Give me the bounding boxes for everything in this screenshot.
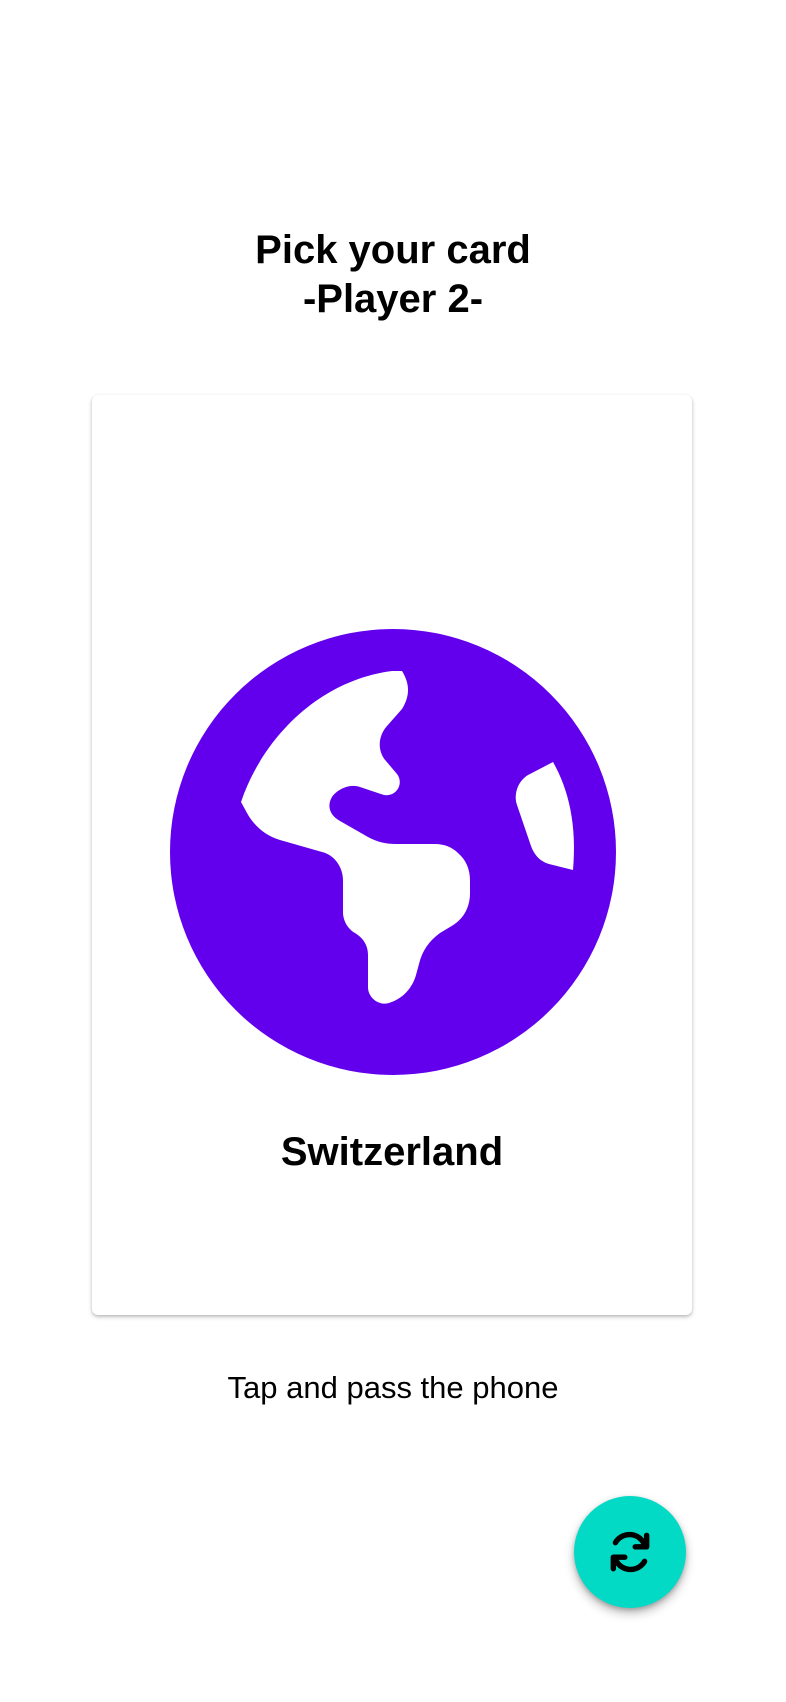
refresh-button[interactable]	[574, 1496, 686, 1608]
globe-icon	[170, 629, 616, 1075]
game-screen: Pick your card -Player 2- Switzerland Ta…	[0, 0, 786, 1702]
country-name: Switzerland	[280, 1130, 504, 1174]
player-card[interactable]: Switzerland	[92, 395, 692, 1315]
pass-phone-hint: Tap and pass the phone	[227, 1370, 559, 1405]
title-line-2: -Player 2-	[302, 277, 484, 321]
title-line-1: Pick your card	[255, 228, 531, 272]
refresh-icon	[610, 1531, 650, 1573]
page-title: Pick your card -Player 2-	[0, 226, 786, 324]
